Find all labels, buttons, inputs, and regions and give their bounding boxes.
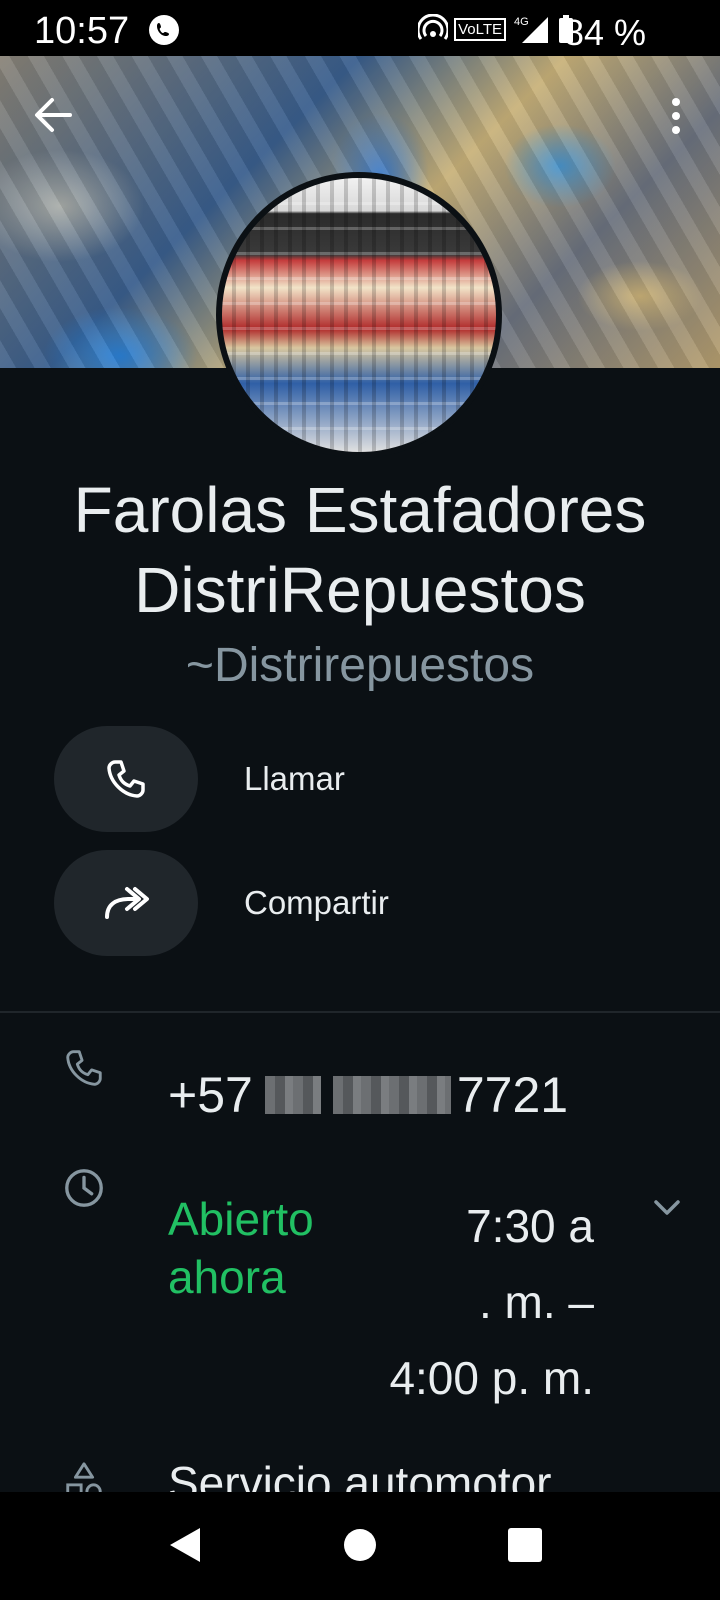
nav-home-icon[interactable] (337, 1522, 383, 1568)
share-label: Compartir (244, 884, 389, 921)
back-arrow-icon[interactable] (30, 92, 76, 138)
hours-line1: 7:30 a (466, 1200, 594, 1252)
status-time: 10:57 (34, 10, 130, 52)
ongoing-call-icon (149, 15, 179, 45)
open-status: Abierto ahora (168, 1190, 368, 1306)
business-name: Farolas Estafadores DistriRepuestos (0, 470, 720, 630)
share-action[interactable]: Compartir (54, 850, 654, 956)
business-name-line2: DistriRepuestos (134, 554, 586, 626)
more-options-icon[interactable] (668, 96, 684, 136)
hours-line2: . m. – (478, 1276, 594, 1328)
share-button[interactable] (54, 850, 198, 956)
redacted-block (332, 1076, 451, 1114)
nav-back-icon[interactable] (162, 1522, 208, 1568)
svg-text:4G: 4G (514, 16, 529, 28)
share-icon (105, 887, 149, 919)
clock-icon (65, 1169, 103, 1207)
phone-icon (107, 760, 145, 798)
phone-number[interactable]: +57 7721 (168, 1066, 568, 1124)
profile-avatar[interactable] (216, 172, 502, 458)
open-status-line2: ahora (168, 1251, 286, 1303)
call-label: Llamar (244, 760, 345, 797)
redacted-block (264, 1076, 321, 1114)
nav-recents-icon[interactable] (502, 1522, 548, 1568)
business-name-line1: Farolas Estafadores (73, 474, 647, 546)
volte-badge: VoLTE (454, 17, 506, 41)
phone-prefix: +57 (168, 1067, 253, 1123)
phone-suffix: 7721 (456, 1067, 569, 1123)
business-hours: 7:30 a . m. – 4:00 p. m. (360, 1188, 594, 1416)
call-button[interactable] (54, 726, 198, 832)
chevron-down-icon[interactable] (652, 1196, 682, 1220)
signal-icon: 4G (514, 16, 548, 43)
hours-line3: 4:00 p. m. (389, 1352, 594, 1404)
hotspot-icon (418, 14, 449, 40)
phone-icon (66, 1050, 102, 1086)
battery-percentage: 84 % (563, 12, 646, 53)
system-navigation-bar (0, 1492, 720, 1600)
status-bar: 10:57 VoLTE 4G 84 % (0, 0, 720, 56)
push-name: ~Distrirepuestos (185, 639, 535, 692)
status-indicators: VoLTE 4G (418, 12, 574, 46)
avatar-photo (222, 178, 496, 452)
section-divider (0, 1011, 720, 1013)
call-action[interactable]: Llamar (54, 726, 654, 832)
open-status-line1: Abierto (168, 1193, 314, 1245)
